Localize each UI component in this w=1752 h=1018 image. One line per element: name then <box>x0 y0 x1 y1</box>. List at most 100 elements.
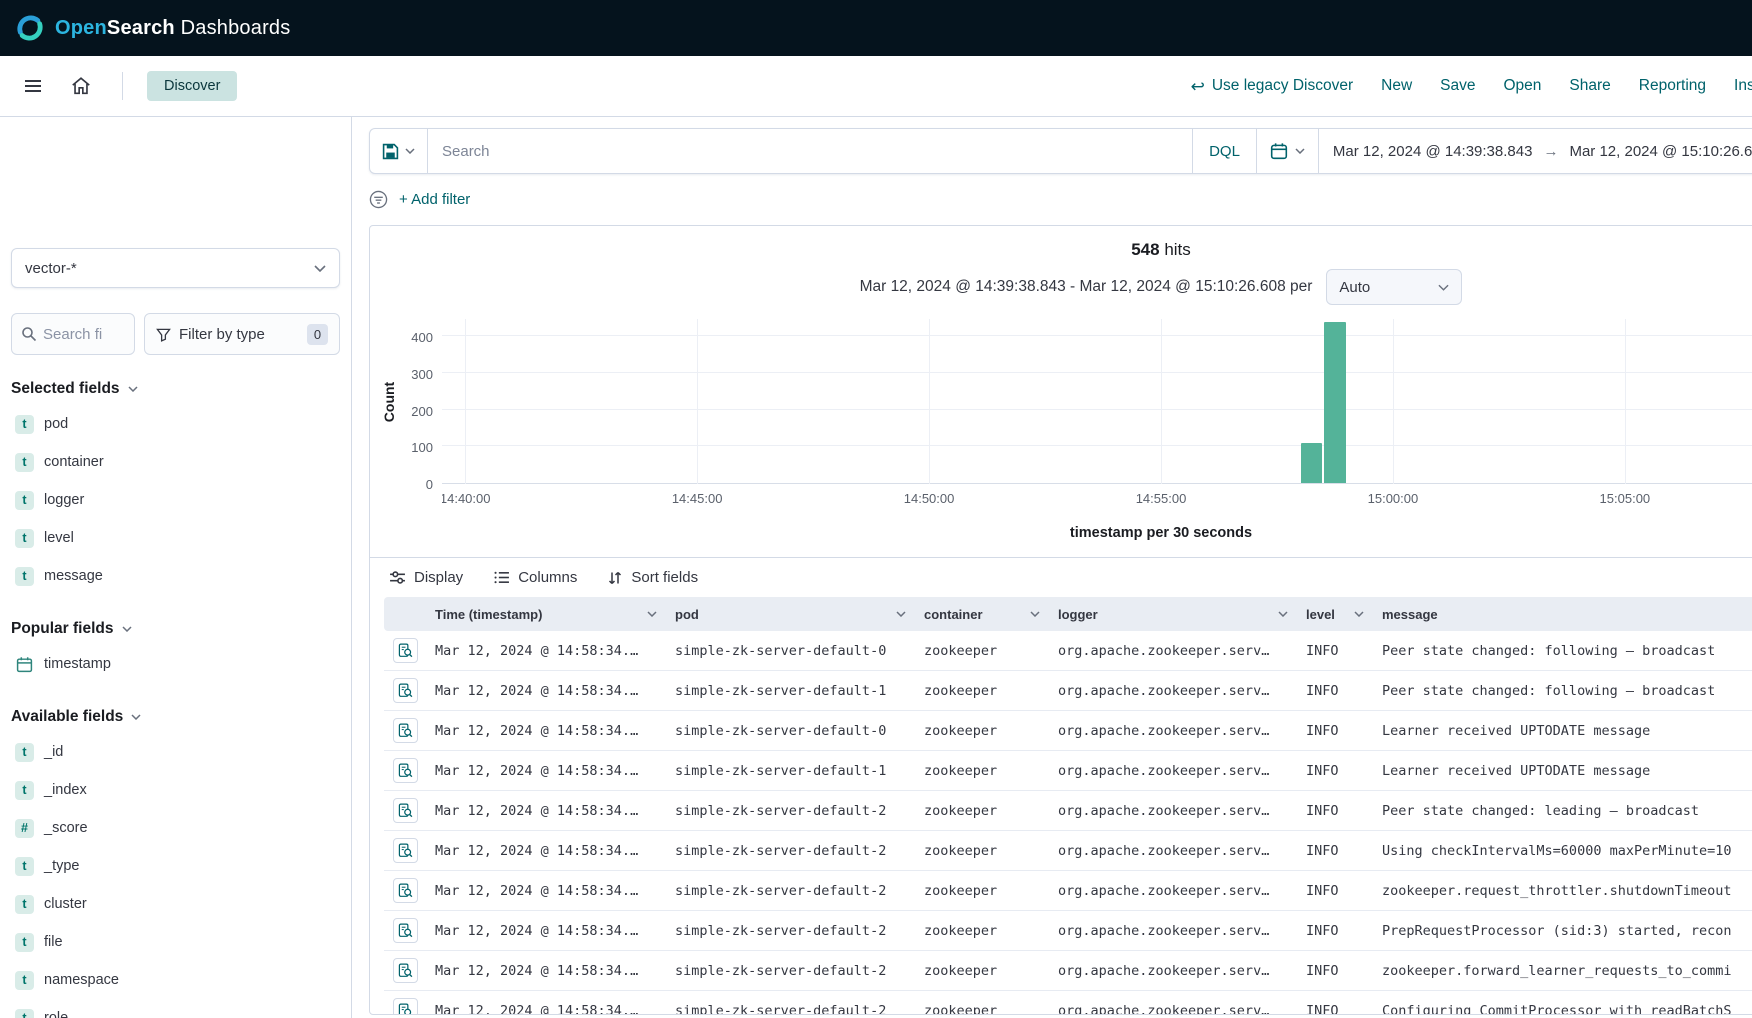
chevron-down-icon <box>314 265 326 272</box>
nav-action-share[interactable]: Share <box>1569 77 1610 95</box>
table-header-row: Time (timestamp)podcontainerloggerlevelm… <box>384 597 1752 631</box>
gridline-v <box>465 319 466 484</box>
histogram-bar[interactable] <box>1324 322 1345 483</box>
inspect-document-icon <box>398 803 413 818</box>
string-field-icon: t <box>15 529 34 548</box>
field-section-header-available-fields[interactable]: Available fields <box>11 708 340 726</box>
date-picker-button[interactable] <box>1256 129 1318 173</box>
histogram-bar[interactable] <box>1301 443 1322 483</box>
field-section-title: Popular fields <box>11 620 114 638</box>
expand-document-button[interactable] <box>393 718 418 743</box>
use-legacy-discover-link[interactable]: ↩ Use legacy Discover <box>1191 77 1354 95</box>
cell-pod: simple-zk-server-default-2 <box>666 883 915 899</box>
expand-document-button[interactable] <box>393 838 418 863</box>
inspect-document-icon <box>398 643 413 658</box>
sort-fields-button[interactable]: Sort fields <box>607 569 698 586</box>
cell-time: Mar 12, 2024 @ 14:58:34.… <box>426 1003 666 1016</box>
gridline-h <box>442 335 1752 336</box>
field-item-timestamp[interactable]: timestamp <box>11 645 340 683</box>
field-search[interactable] <box>11 313 135 355</box>
cell-container: zookeeper <box>915 1003 1049 1016</box>
column-header-pod[interactable]: pod <box>666 607 915 622</box>
sidebar-controls: Filter by type 0 <box>11 313 340 355</box>
expand-document-button[interactable] <box>393 678 418 703</box>
field-section-title: Selected fields <box>11 380 120 398</box>
field-search-input[interactable] <box>43 326 115 343</box>
home-button[interactable] <box>64 69 98 103</box>
breadcrumb[interactable]: Discover <box>147 71 237 101</box>
y-axis-title-text: Count <box>381 381 397 421</box>
nav-action-save[interactable]: Save <box>1440 77 1475 95</box>
column-header-level[interactable]: level <box>1297 607 1373 622</box>
table-row: Mar 12, 2024 @ 14:58:34.…simple-zk-serve… <box>384 631 1752 671</box>
field-item-logger[interactable]: tlogger <box>11 481 340 519</box>
filter-by-type-button[interactable]: Filter by type 0 <box>144 313 340 355</box>
field-item-container[interactable]: tcontainer <box>11 443 340 481</box>
main: DQL Mar 12, 2024 @ 14:39:38.843 → Mar 12… <box>352 117 1752 1018</box>
field-name: cluster <box>44 896 87 912</box>
nav-action-new[interactable]: New <box>1381 77 1412 95</box>
field-name: message <box>44 568 103 584</box>
cell-time: Mar 12, 2024 @ 14:58:34.… <box>426 763 666 779</box>
field-section-header-popular-fields[interactable]: Popular fields <box>11 620 340 638</box>
number-field-icon: # <box>15 819 34 838</box>
interval-select[interactable]: Auto <box>1326 269 1462 305</box>
field-item-_id[interactable]: t_id <box>11 733 340 771</box>
cell-time: Mar 12, 2024 @ 14:58:34.… <box>426 883 666 899</box>
cell-expand <box>384 798 426 823</box>
table-row: Mar 12, 2024 @ 14:58:34.…simple-zk-serve… <box>384 711 1752 751</box>
chevron-down-icon <box>131 714 141 720</box>
expand-document-button[interactable] <box>393 758 418 783</box>
date-range[interactable]: Mar 12, 2024 @ 14:39:38.843 → Mar 12, 20… <box>1318 129 1752 173</box>
columns-button[interactable]: Columns <box>493 569 577 586</box>
expand-document-button[interactable] <box>393 798 418 823</box>
chevron-down-icon <box>1438 284 1449 291</box>
field-item-_score[interactable]: #_score <box>11 809 340 847</box>
field-item-_type[interactable]: t_type <box>11 847 340 885</box>
expand-document-button[interactable] <box>393 958 418 983</box>
field-item-pod[interactable]: tpod <box>11 405 340 443</box>
add-filter-button[interactable]: + Add filter <box>399 191 470 208</box>
saved-query-menu-button[interactable] <box>370 129 428 173</box>
histogram-plot[interactable]: 14:40:0014:45:0014:50:0014:55:0015:00:00… <box>442 319 1752 484</box>
nav-left: Discover <box>16 69 237 103</box>
cell-container: zookeeper <box>915 923 1049 939</box>
menu-button[interactable] <box>16 69 50 103</box>
nav-action-reporting[interactable]: Reporting <box>1639 77 1706 95</box>
field-name: _index <box>44 782 87 798</box>
column-header-time-timestamp[interactable]: Time (timestamp) <box>426 607 666 622</box>
cell-expand <box>384 838 426 863</box>
column-header-message[interactable]: message <box>1373 607 1752 622</box>
expand-document-button[interactable] <box>393 918 418 943</box>
field-item-_index[interactable]: t _index <box>11 771 340 809</box>
cell-container: zookeeper <box>915 683 1049 699</box>
filter-set-icon[interactable] <box>369 190 388 209</box>
query-language-button[interactable]: DQL <box>1192 129 1256 173</box>
cell-expand <box>384 678 426 703</box>
use-legacy-discover-label: Use legacy Discover <box>1212 77 1353 95</box>
expand-document-button[interactable] <box>393 998 418 1015</box>
field-item-file[interactable]: tfile <box>11 923 340 961</box>
field-section-title: Available fields <box>11 708 123 726</box>
app-root: OpenSearch Dashboards Discover ↩ Use leg… <box>0 0 1752 1018</box>
column-header-container[interactable]: container <box>915 607 1049 622</box>
chevron-down-icon <box>128 386 138 392</box>
inspect-document-icon <box>398 723 413 738</box>
cell-level: INFO <box>1297 843 1373 859</box>
display-button[interactable]: Display <box>389 569 463 586</box>
search-input[interactable] <box>428 129 1192 173</box>
field-item-message[interactable]: tmessage <box>11 557 340 595</box>
field-section-header-selected-fields[interactable]: Selected fields <box>11 380 340 398</box>
field-item-level[interactable]: tlevel <box>11 519 340 557</box>
nav-action-inspect[interactable]: Inspect <box>1734 77 1752 95</box>
field-item-role[interactable]: trole <box>11 999 340 1018</box>
field-item-cluster[interactable]: tcluster <box>11 885 340 923</box>
nav-action-open[interactable]: Open <box>1504 77 1542 95</box>
string-field-icon: t <box>15 781 34 800</box>
field-item-namespace[interactable]: tnamespace <box>11 961 340 999</box>
column-header-logger[interactable]: logger <box>1049 607 1297 622</box>
expand-document-button[interactable] <box>393 878 418 903</box>
histogram-plot-clip: 14:40:0014:45:0014:50:0014:55:0015:00:00… <box>442 319 1752 517</box>
expand-document-button[interactable] <box>393 638 418 663</box>
index-pattern-select[interactable]: vector-* <box>11 248 340 288</box>
